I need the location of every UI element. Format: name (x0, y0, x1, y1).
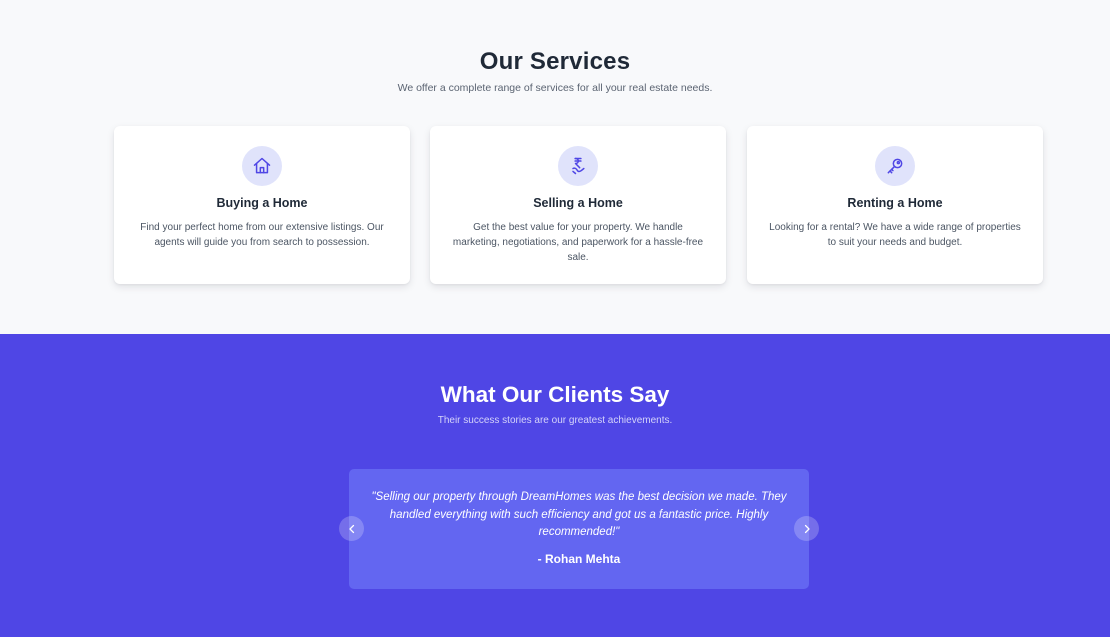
service-card-title: Renting a Home (847, 196, 943, 210)
service-card-renting[interactable]: Renting a Home Looking for a rental? We … (747, 126, 1043, 284)
service-card-text: Looking for a rental? We have a wide ran… (769, 222, 1021, 248)
testimonials-title: What Our Clients Say (440, 382, 670, 407)
testimonials-section: What Our Clients Say Their success stori… (0, 334, 1110, 637)
testimonials-subtitle: Their success stories are our greatest a… (437, 415, 673, 426)
service-card-title: Buying a Home (216, 196, 308, 210)
service-card-buying[interactable]: Buying a Home Find your perfect home fro… (114, 126, 410, 284)
previous-testimonial-button[interactable] (339, 516, 364, 541)
services-title: Our Services (479, 48, 631, 75)
services-section: Our Services We offer a complete range o… (0, 0, 1110, 334)
service-card-title: Selling a Home (533, 196, 623, 210)
service-card-text: Find your perfect home from our extensiv… (140, 222, 384, 248)
rupee-hand-icon (558, 146, 598, 186)
key-icon (875, 146, 915, 186)
next-testimonial-button[interactable] (794, 516, 819, 541)
service-card-text: Get the best value for your property. We… (452, 222, 704, 263)
testimonial-card: "Selling our property through DreamHomes… (349, 469, 809, 589)
services-subtitle: We offer a complete range of services fo… (397, 82, 713, 94)
chevron-left-icon (348, 524, 354, 533)
testimonial-author: - Rohan Mehta (537, 552, 621, 566)
chevron-right-icon (804, 524, 810, 533)
house-icon (242, 146, 282, 186)
service-card-selling[interactable]: Selling a Home Get the best value for yo… (430, 126, 726, 284)
testimonial-quote: "Selling our property through DreamHomes… (371, 491, 787, 538)
